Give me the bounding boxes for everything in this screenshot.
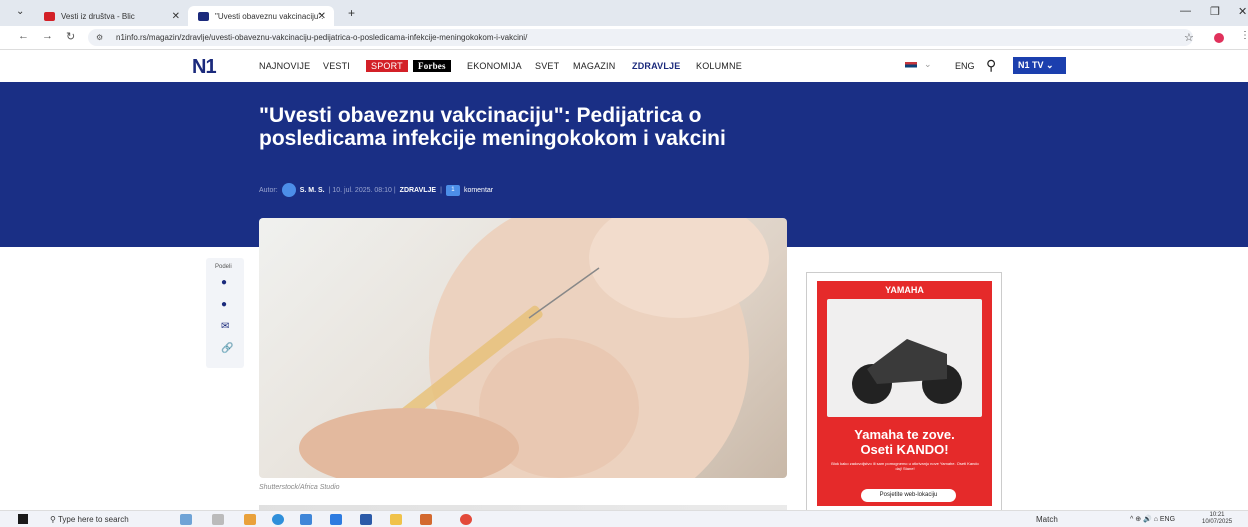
restore-icon[interactable]: ❐ (1210, 5, 1220, 18)
share-sidebar: Podeli ● ● ✉ 🔗 (206, 258, 244, 368)
byline: Autor: S. M. S. | 10. jul. 2025. 08:10 |… (259, 183, 493, 197)
serbia-flag-icon[interactable] (905, 62, 917, 70)
profile-avatar[interactable] (1214, 33, 1224, 43)
tab-title: "Uvesti obaveznu vakcinaciju": (215, 11, 324, 21)
article-headline: "Uvesti obaveznu vakcinaciju": Pedijatri… (259, 104, 726, 150)
nav-kolumne[interactable]: KOLUMNE (696, 61, 742, 71)
taskbar-app-icon-2[interactable] (420, 514, 432, 525)
byline-prefix: Autor: (259, 186, 278, 194)
share-label: Podeli (215, 264, 232, 270)
new-tab-plus-icon[interactable]: + (348, 6, 355, 20)
url-field[interactable]: ⚙ n1info.rs/magazin/zdravlje/uvesti-obav… (88, 29, 1193, 46)
tab-blic[interactable]: Vesti iz društva - Blic ✕ (34, 6, 188, 26)
article-image (259, 218, 787, 478)
browser-tab-bar: ⌄ Vesti iz društva - Blic ✕ "Uvesti obav… (0, 0, 1248, 26)
n1-logo[interactable]: N1 (192, 56, 217, 79)
publish-date: | 10. jul. 2025. 08:10 | (328, 186, 396, 194)
address-bar: ← → ↻ ⚙ n1info.rs/magazin/zdravlje/uvest… (0, 26, 1248, 50)
separator: | (440, 186, 442, 194)
windows-taskbar: ⚲ Type here to search Match ^ ⊕ 🔊 ⌂ ENG … (0, 510, 1248, 527)
nav-najnovije[interactable]: NAJNOVIJE (259, 61, 310, 71)
tab-n1-article[interactable]: "Uvesti obaveznu vakcinaciju": ✕ (188, 6, 334, 26)
window-close-icon[interactable]: ✕ (1238, 5, 1247, 18)
x-twitter-icon[interactable]: ● (221, 300, 231, 310)
category-link[interactable]: ZDRAVLJE (400, 187, 436, 194)
reload-icon[interactable]: ↻ (66, 30, 75, 43)
nav-ekonomija[interactable]: EKONOMIJA (467, 61, 522, 71)
taskbar-widget-icon[interactable] (180, 514, 192, 525)
taskbar-app-icon[interactable] (244, 514, 256, 525)
comments-link[interactable]: komentar (464, 187, 493, 194)
windows-start-icon[interactable] (18, 514, 28, 524)
ad-headline: Yamaha te zove. Oseti KANDO! (817, 427, 992, 457)
ad-headline-line1: Yamaha te zove. (854, 427, 955, 442)
language-switch[interactable]: ENG (955, 61, 975, 71)
clock-time: 10:21 (1209, 512, 1225, 518)
edge-icon[interactable] (272, 514, 284, 525)
clock[interactable]: 10:21 10/07/2025 (1202, 512, 1232, 526)
ad-banner[interactable]: YAMAHA Yamaha te zove. Oseti KANDO! Blok… (817, 281, 992, 506)
nav-sport[interactable]: SPORT (366, 60, 408, 72)
site-info-icon[interactable]: ⚙ (96, 29, 103, 46)
task-view-icon[interactable] (212, 514, 224, 525)
ad-product-image (827, 299, 982, 417)
ad-headline-line2: Oseti KANDO! (860, 442, 949, 457)
ad-body-text: Blok kako zadovoljstvo ili sam pomognemo… (831, 461, 979, 471)
facebook-icon[interactable]: ● (221, 278, 231, 288)
comment-icon[interactable]: 1 (445, 184, 460, 196)
system-tray[interactable]: ^ ⊕ 🔊 ⌂ ENG (1130, 515, 1175, 523)
image-caption: Shutterstock/Africa Studio (259, 484, 340, 491)
site-header: N1 NAJNOVIJE VESTI SPORT Forbes EKONOMIJ… (0, 50, 1248, 82)
tab-search-chevron-icon[interactable]: ⌄ (16, 6, 30, 20)
close-icon[interactable]: ✕ (172, 11, 180, 22)
chevron-down-icon[interactable]: ⌄ (924, 59, 932, 70)
n1-favicon-icon (198, 11, 209, 21)
search-icon[interactable]: ⚲ (986, 57, 996, 74)
bookmark-star-icon[interactable]: ☆ (1184, 31, 1194, 44)
nav-magazin[interactable]: MAGAZIN (573, 61, 615, 71)
email-icon[interactable]: ✉ (221, 322, 231, 332)
word-icon[interactable] (360, 514, 372, 525)
nav-vesti[interactable]: VESTI (323, 61, 350, 71)
clock-date: 10/07/2025 (1202, 519, 1233, 525)
chevron-down-icon: ⌄ (1046, 60, 1054, 70)
ad-visit-button[interactable]: Posjetite web-lokaciju (861, 489, 956, 502)
advertisement[interactable]: YAMAHA Yamaha te zove. Oseti KANDO! Blok… (806, 272, 1002, 512)
motorcycle-image (852, 339, 962, 404)
author-avatar (281, 183, 296, 197)
more-menu-icon[interactable]: ⋮ (1240, 30, 1248, 41)
tab-title: Vesti iz društva - Blic (61, 11, 135, 21)
file-explorer-icon[interactable] (390, 514, 402, 525)
n1tv-button[interactable]: N1 TV ⌄ (1013, 57, 1066, 74)
copy-link-icon[interactable]: 🔗 (221, 344, 233, 354)
chrome-icon[interactable] (460, 514, 472, 525)
taskbar-search[interactable]: ⚲ Type here to search (50, 515, 129, 524)
blic-favicon-icon (44, 11, 55, 21)
tray-language: ENG (1159, 516, 1176, 523)
url-text: n1info.rs/magazin/zdravlje/uvesti-obavez… (116, 33, 528, 42)
minimize-icon[interactable]: — (1180, 5, 1191, 17)
n1tv-label: N1 TV (1018, 60, 1044, 70)
author-name[interactable]: S. M. S. (300, 187, 325, 194)
close-icon[interactable]: ✕ (318, 11, 326, 22)
outlook-icon[interactable] (300, 514, 312, 525)
nav-svet[interactable]: SVET (535, 61, 559, 71)
weather-widget[interactable]: Match (1036, 515, 1058, 524)
back-arrow-icon[interactable]: ← (18, 30, 29, 42)
store-icon[interactable] (330, 514, 342, 525)
nav-forbes[interactable]: Forbes (413, 60, 451, 72)
vaccination-photo (299, 218, 769, 478)
nav-zdravlje[interactable]: ZDRAVLJE (632, 61, 680, 71)
forward-arrow-icon[interactable]: → (42, 30, 53, 42)
ad-brand: YAMAHA (885, 285, 924, 295)
taskbar-search-placeholder: Type here to search (57, 515, 129, 524)
